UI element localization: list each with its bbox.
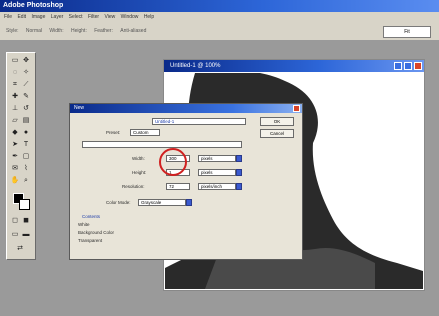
toolbox: ▭ ✥ ◌ ✧ ⌗ ⟋ ✚ ✎ ⊥ ↺ ▱ ▤ ◆ ● ➤ T ✒ ▢ ✉ ⌇ … (6, 52, 36, 260)
width-unit-dropdown-icon[interactable] (236, 155, 242, 162)
color-mode-dropdown-icon[interactable] (186, 199, 192, 206)
options-height-label: Height: (70, 28, 87, 34)
preset-label: Preset: (106, 130, 121, 135)
height-unit-dropdown-icon[interactable] (236, 169, 242, 176)
options-antialias[interactable]: Anti-aliased (120, 28, 146, 34)
resolution-field[interactable]: 72 (166, 183, 190, 190)
quickmask-off-icon[interactable]: ◻ (10, 217, 20, 225)
highlight-circle (159, 148, 187, 176)
options-style-value[interactable]: Normal (26, 28, 42, 34)
menu-select[interactable]: Select (69, 14, 83, 20)
resolution-label: Resolution: (122, 184, 145, 189)
color-mode-label: Color Mode: (106, 200, 131, 205)
type-tool-icon[interactable]: T (21, 141, 31, 149)
dialog-close-icon[interactable] (293, 105, 300, 112)
maximize-icon[interactable] (404, 62, 412, 70)
dialog-title: New (74, 105, 85, 111)
app-title: Adobe Photoshop (3, 2, 64, 9)
width-unit-select[interactable]: pixels (198, 155, 236, 162)
healing-tool-icon[interactable]: ✚ (10, 93, 20, 101)
screen-mode-standard-icon[interactable]: ▭ (10, 231, 20, 239)
stamp-tool-icon[interactable]: ⊥ (10, 105, 20, 113)
ok-button[interactable]: OK (260, 117, 294, 126)
blur-tool-icon[interactable]: ◆ (10, 129, 20, 137)
history-brush-icon[interactable]: ↺ (21, 105, 31, 113)
width-label: Width: (132, 156, 145, 161)
preset-select[interactable]: Custom (130, 129, 160, 136)
dodge-tool-icon[interactable]: ● (21, 129, 31, 137)
options-style-label: Style: (6, 28, 19, 34)
slice-tool-icon[interactable]: ⟋ (21, 81, 31, 89)
menu-image[interactable]: Image (31, 14, 45, 20)
eyedropper-tool-icon[interactable]: ⌇ (21, 165, 31, 173)
brush-tool-icon[interactable]: ✎ (21, 93, 31, 101)
menu-window[interactable]: Window (121, 14, 139, 20)
screen-mode-full-icon[interactable]: ▬ (21, 231, 31, 239)
background-color-swatch[interactable] (19, 199, 30, 210)
menu-edit[interactable]: Edit (17, 14, 26, 20)
menu-filter[interactable]: Filter (88, 14, 99, 20)
color-mode-select[interactable]: Grayscale (138, 199, 186, 206)
new-document-dialog: New Untitled-1 OK Cancel Preset: Custom … (69, 103, 303, 260)
app-title-bar: Adobe Photoshop (0, 0, 439, 12)
options-bar: Style: Normal Width: Height: Feather: An… (0, 22, 439, 41)
contents-option-white[interactable]: White (78, 222, 90, 228)
contents-option-transparent[interactable]: Transparent (78, 238, 102, 244)
height-unit-select[interactable]: pixels (198, 169, 236, 176)
contents-label: Contents (82, 214, 101, 219)
marquee-tool-icon[interactable]: ▭ (10, 57, 20, 65)
image-window-title-bar: Untitled-1 @ 100% (164, 60, 424, 72)
cancel-button[interactable]: Cancel (260, 129, 294, 138)
quickmask-on-icon[interactable]: ◼ (21, 217, 31, 225)
crop-tool-icon[interactable]: ⌗ (10, 81, 20, 89)
lasso-tool-icon[interactable]: ◌ (10, 69, 20, 77)
path-tool-icon[interactable]: ➤ (10, 141, 20, 149)
resolution-unit-dropdown-icon[interactable] (236, 183, 242, 190)
options-feather-label: Feather: (94, 28, 113, 34)
menu-file[interactable]: File (4, 14, 12, 20)
imageready-jump-icon[interactable]: ⇄ (15, 245, 25, 253)
name-field[interactable]: Untitled-1 (152, 118, 246, 125)
menu-help[interactable]: Help (144, 14, 154, 20)
contents-option-background[interactable]: Background Color (78, 230, 114, 236)
image-window-title: Untitled-1 @ 100% (170, 63, 221, 69)
resolution-unit-select[interactable]: pixels/inch (198, 183, 236, 190)
dialog-title-bar: New (70, 104, 302, 113)
size-field[interactable] (82, 141, 242, 148)
menu-view[interactable]: View (104, 14, 115, 20)
hand-tool-icon[interactable]: ✋ (10, 177, 20, 185)
move-tool-icon[interactable]: ✥ (21, 57, 31, 65)
shape-tool-icon[interactable]: ▢ (21, 153, 31, 161)
close-icon[interactable] (414, 62, 422, 70)
menu-layer[interactable]: Layer (51, 14, 64, 20)
eraser-tool-icon[interactable]: ▱ (10, 117, 20, 125)
minimize-icon[interactable] (394, 62, 402, 70)
gradient-tool-icon[interactable]: ▤ (21, 117, 31, 125)
options-width-label: Width: (49, 28, 64, 34)
notes-tool-icon[interactable]: ✉ (10, 165, 20, 173)
height-label: Height: (132, 170, 147, 175)
zoom-tool-icon[interactable]: ⌕ (21, 177, 31, 185)
magic-wand-tool-icon[interactable]: ✧ (21, 69, 31, 77)
options-box[interactable]: Fit (383, 26, 431, 38)
pen-tool-icon[interactable]: ✒ (10, 153, 20, 161)
menu-bar: File Edit Image Layer Select Filter View… (0, 12, 439, 22)
